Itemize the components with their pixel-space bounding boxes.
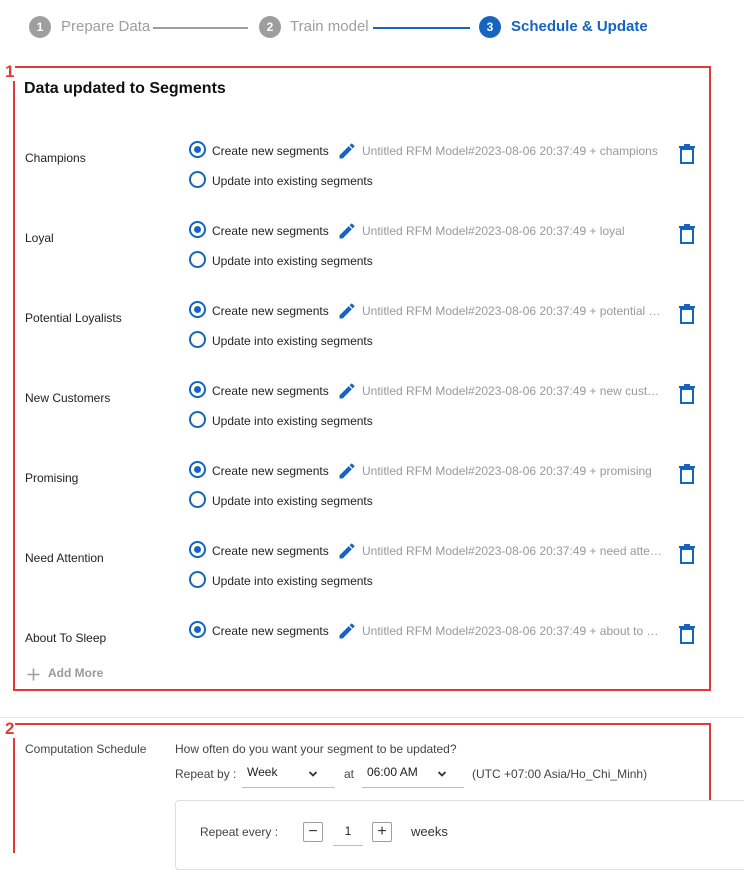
trash-icon[interactable] (678, 464, 696, 484)
trash-icon[interactable] (678, 144, 696, 164)
time-select[interactable]: 06:00 AM (362, 763, 464, 788)
update-existing-radio[interactable] (189, 571, 206, 588)
pencil-icon[interactable] (337, 541, 357, 561)
repeat-unit-label: weeks (411, 824, 448, 839)
schedule-question: How often do you want your segment to be… (175, 742, 457, 756)
decrement-button[interactable]: − (303, 822, 323, 842)
step-1-circle[interactable]: 1 (29, 16, 51, 38)
create-new-label[interactable]: Create new segments (212, 144, 329, 158)
repeat-every-label: Repeat every : (200, 825, 279, 839)
annotation-marker-1: 1 (4, 62, 16, 81)
segment-row: Champions Create new segments Untitled RFM… (0, 136, 744, 206)
repeat-by-label: Repeat by : (175, 767, 237, 781)
pencil-icon[interactable] (337, 461, 357, 481)
segment-row: Promising Create new segments Untitled RFM… (0, 456, 744, 526)
update-existing-label[interactable]: Update into existing segments (212, 254, 373, 268)
segment-name: Potential Loyalists (25, 311, 122, 325)
step-3-circle[interactable]: 3 (479, 16, 501, 38)
repeat-by-select[interactable]: Week (242, 763, 335, 788)
update-existing-radio[interactable] (189, 251, 206, 268)
create-new-label[interactable]: Create new segments (212, 304, 329, 318)
pencil-icon[interactable] (337, 301, 357, 321)
create-new-radio[interactable] (189, 541, 206, 558)
segment-default-name: Untitled RFM Model#2023-08-06 20:37:49 +… (362, 624, 662, 638)
repeat-every-input[interactable]: 1 (333, 824, 363, 838)
create-new-radio[interactable] (189, 381, 206, 398)
pencil-icon[interactable] (337, 621, 357, 641)
step-connector-2 (373, 27, 470, 29)
pencil-icon[interactable] (337, 141, 357, 161)
update-existing-radio[interactable] (189, 411, 206, 428)
trash-icon[interactable] (678, 224, 696, 244)
create-new-radio[interactable] (189, 301, 206, 318)
segment-name: Promising (25, 471, 79, 485)
create-new-label[interactable]: Create new segments (212, 624, 329, 638)
segment-row: Need Attention Create new segments Untitle… (0, 536, 744, 606)
segment-row: Loyal Create new segments Untitled RFM Mod… (0, 216, 744, 286)
pencil-icon[interactable] (337, 221, 357, 241)
trash-icon[interactable] (678, 384, 696, 404)
segment-name: New Customers (25, 391, 111, 405)
chevron-down-icon (308, 771, 318, 777)
segment-row: Potential Loyalists Create new segments Un… (0, 296, 744, 366)
create-new-label[interactable]: Create new segments (212, 384, 329, 398)
trash-icon[interactable] (678, 544, 696, 564)
computation-schedule-label: Computation Schedule (25, 742, 147, 756)
timezone-label: (UTC +07:00 Asia/Ho_Chi_Minh) (472, 767, 648, 781)
plus-icon (27, 668, 40, 681)
segment-name: Need Attention (25, 551, 104, 565)
chevron-down-icon (437, 771, 447, 777)
segment-default-name: Untitled RFM Model#2023-08-06 20:37:49 +… (362, 544, 662, 558)
segment-default-name: Untitled RFM Model#2023-08-06 20:37:49 +… (362, 384, 662, 398)
update-existing-label[interactable]: Update into existing segments (212, 174, 373, 188)
repeat-every-underline (333, 845, 363, 846)
annotation-marker-2: 2 (4, 719, 16, 738)
update-existing-label[interactable]: Update into existing segments (212, 334, 373, 348)
create-new-radio[interactable] (189, 461, 206, 478)
trash-icon[interactable] (678, 304, 696, 324)
update-existing-label[interactable]: Update into existing segments (212, 494, 373, 508)
repeat-every-panel: Repeat every : − 1 + weeks (175, 800, 744, 870)
update-existing-label[interactable]: Update into existing segments (212, 414, 373, 428)
update-existing-radio[interactable] (189, 331, 206, 348)
create-new-radio[interactable] (189, 221, 206, 238)
segment-name: About To Sleep (25, 631, 107, 645)
update-existing-radio[interactable] (189, 171, 206, 188)
segment-row: About To Sleep Create new segments Untitle… (0, 616, 744, 686)
at-label: at (344, 767, 355, 781)
step-2-label[interactable]: Train model (290, 18, 369, 36)
update-existing-radio[interactable] (189, 491, 206, 508)
step-connector-1 (153, 27, 248, 29)
segment-name: Champions (25, 151, 86, 165)
update-existing-label[interactable]: Update into existing segments (212, 574, 373, 588)
segment-default-name: Untitled RFM Model#2023-08-06 20:37:49 +… (362, 304, 662, 318)
add-more-label: Add More (48, 666, 104, 680)
segment-default-name: Untitled RFM Model#2023-08-06 20:37:49 +… (362, 464, 652, 478)
increment-button[interactable]: + (372, 822, 392, 842)
segment-default-name: Untitled RFM Model#2023-08-06 20:37:49 +… (362, 144, 658, 158)
segment-name: Loyal (25, 231, 54, 245)
segment-default-name: Untitled RFM Model#2023-08-06 20:37:49 +… (362, 224, 625, 238)
time-value: 06:00 AM (367, 765, 418, 779)
trash-icon[interactable] (678, 624, 696, 644)
segment-row: New Customers Create new segments Untitled… (0, 376, 744, 446)
section-title: Data updated to Segments (24, 80, 226, 97)
create-new-label[interactable]: Create new segments (212, 464, 329, 478)
step-2-circle[interactable]: 2 (259, 16, 281, 38)
create-new-label[interactable]: Create new segments (212, 544, 329, 558)
step-3-label[interactable]: Schedule & Update (511, 18, 648, 36)
create-new-radio[interactable] (189, 621, 206, 638)
step-1-label[interactable]: Prepare Data (61, 18, 150, 36)
create-new-label[interactable]: Create new segments (212, 224, 329, 238)
repeat-by-value: Week (247, 765, 278, 779)
pencil-icon[interactable] (337, 381, 357, 401)
section-divider (0, 717, 744, 718)
stepper: 1 Prepare Data 2 Train model 3 Schedule … (0, 0, 744, 54)
create-new-radio[interactable] (189, 141, 206, 158)
